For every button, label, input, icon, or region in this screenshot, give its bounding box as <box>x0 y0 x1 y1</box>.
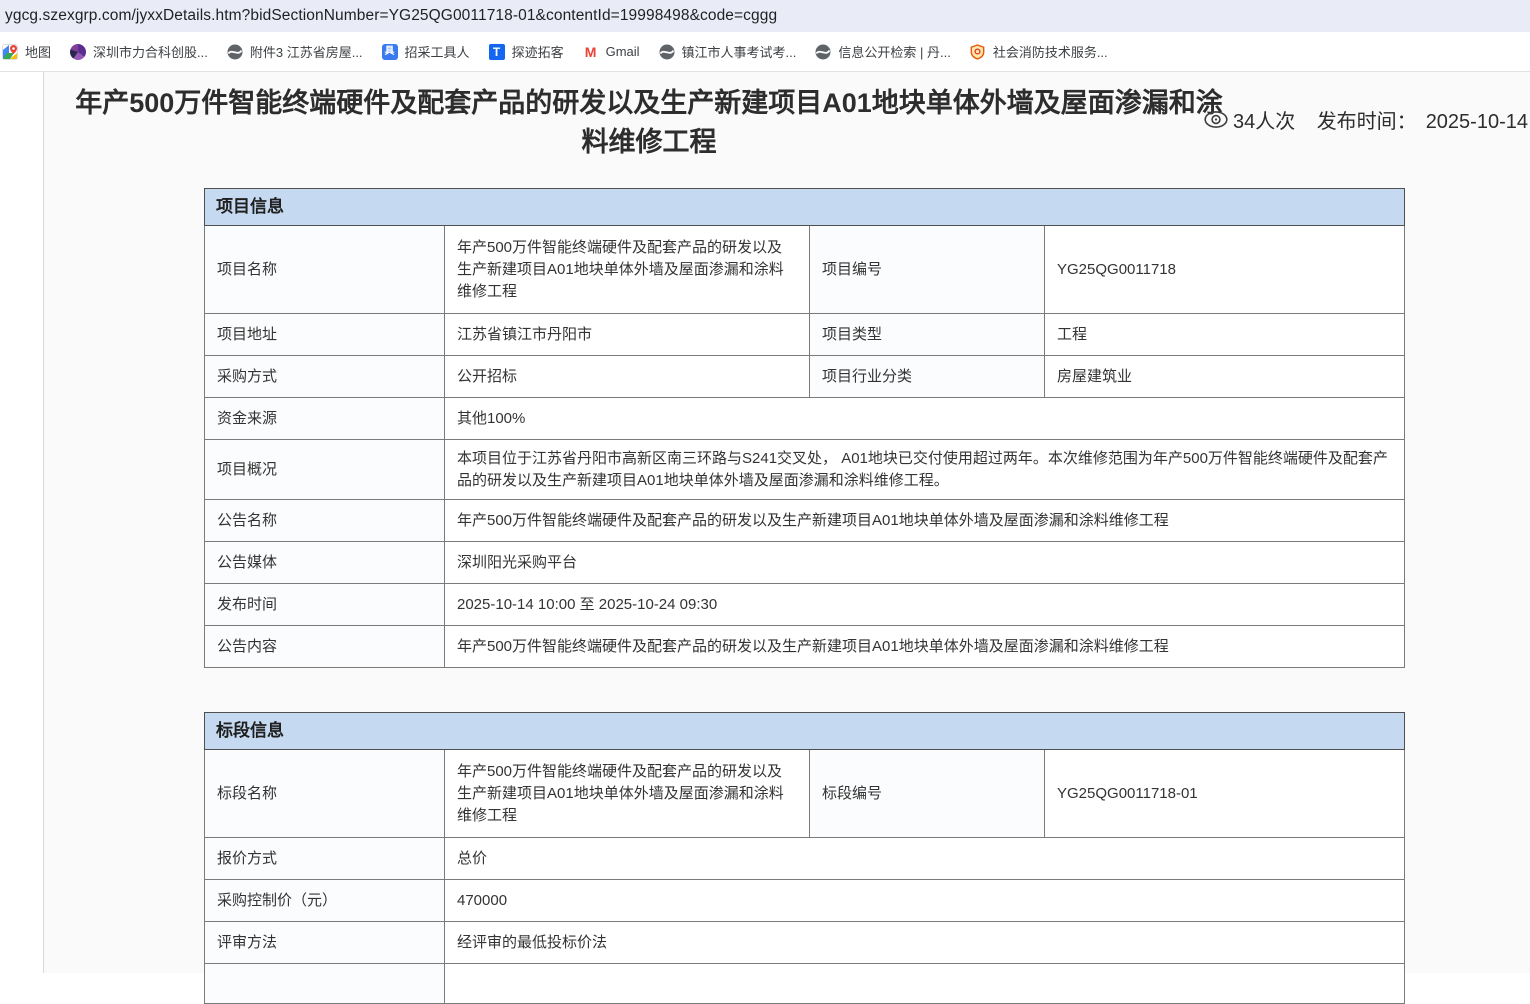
bookmark-label: 探迹拓客 <box>512 42 564 61</box>
bookmark-attachment3[interactable]: 附件3 江苏省房屋... <box>227 42 363 61</box>
cell-label: 标段名称 <box>205 750 445 838</box>
project-info-table: 项目信息 项目名称 年产500万件智能终端硬件及配套产品的研发以及生产新建项目A… <box>204 188 1405 668</box>
cell-label: 项目名称 <box>205 226 445 314</box>
cell-label: 评审方法 <box>205 922 445 964</box>
bookmark-label: Gmail <box>606 44 640 59</box>
bookmark-label: 招采工具人 <box>405 42 470 61</box>
bookmark-gmail[interactable]: M Gmail <box>583 44 640 60</box>
table-row: 公告内容 年产500万件智能终端硬件及配套产品的研发以及生产新建项目A01地块单… <box>205 626 1405 668</box>
view-count-text: 34人次 <box>1233 105 1295 134</box>
blue-t-icon: T <box>489 44 505 60</box>
bookmarks-bar: 地图 深圳市力合科创股... 附件3 江苏省房屋... 具 招采工具人 T 探迹… <box>0 32 1530 72</box>
bookmark-label: 深圳市力合科创股... <box>93 42 208 61</box>
cell-value: 年产500万件智能终端硬件及配套产品的研发以及生产新建项目A01地块单体外墙及屋… <box>445 226 810 314</box>
section-header: 项目信息 <box>205 189 1405 226</box>
page-url[interactable]: ygcg.szexgrp.com/jyxxDetails.htm?bidSect… <box>0 7 777 25</box>
cell-label: 采购方式 <box>205 356 445 398</box>
bookmark-fire-service[interactable]: 社会消防技术服务... <box>970 42 1108 61</box>
cell-label: 公告内容 <box>205 626 445 668</box>
view-count: 34人次 <box>1204 105 1295 134</box>
table-row: 发布时间 2025-10-14 10:00 至 2025-10-24 09:30 <box>205 584 1405 626</box>
table-row: 项目信息 <box>205 189 1405 226</box>
cell-label: 公告媒体 <box>205 542 445 584</box>
cell-value: 深圳阳光采购平台 <box>445 542 1405 584</box>
cell-value: 2025-10-14 10:00 至 2025-10-24 09:30 <box>445 584 1405 626</box>
page-title: 年产500万件智能终端硬件及配套产品的研发以及生产新建项目A01地块单体外墙及屋… <box>64 84 1234 162</box>
bookmark-zhenjiang-exam[interactable]: 镇江市人事考试考... <box>659 42 797 61</box>
bookmark-lihe-kechuang[interactable]: 深圳市力合科创股... <box>70 42 208 61</box>
table-row: 评审方法 经评审的最低投标价法 <box>205 922 1405 964</box>
cell-value: YG25QG0011718 <box>1045 226 1405 314</box>
publish-time-label: 发布时间： <box>1317 111 1417 133</box>
purple-circle-logo-icon <box>70 44 86 60</box>
table-row: 公告名称 年产500万件智能终端硬件及配套产品的研发以及生产新建项目A01地块单… <box>205 500 1405 542</box>
cell-label: 采购控制价（元） <box>205 880 445 922</box>
cell-value: 江苏省镇江市丹阳市 <box>445 314 810 356</box>
section-info-table: 标段信息 标段名称 年产500万件智能终端硬件及配套产品的研发以及生产新建项目A… <box>204 712 1405 1004</box>
cell-value <box>445 964 1405 1004</box>
table-row: 项目名称 年产500万件智能终端硬件及配套产品的研发以及生产新建项目A01地块单… <box>205 226 1405 314</box>
cell-label: 项目类型 <box>810 314 1045 356</box>
table-row: 项目概况 本项目位于江苏省丹阳市高新区南三环路与S241交叉处， A01地块已交… <box>205 440 1405 500</box>
gmail-icon: M <box>583 44 599 60</box>
cell-value: 总价 <box>445 838 1405 880</box>
cell-value: 公开招标 <box>445 356 810 398</box>
publish-date: 2025-10-14 <box>1426 111 1528 133</box>
bookmark-zhaocai-tool[interactable]: 具 招采工具人 <box>382 42 470 61</box>
table-row: 采购方式 公开招标 项目行业分类 房屋建筑业 <box>205 356 1405 398</box>
table-row: 项目地址 江苏省镇江市丹阳市 项目类型 工程 <box>205 314 1405 356</box>
bookmark-label: 附件3 江苏省房屋... <box>250 42 363 61</box>
table-row: 公告媒体 深圳阳光采购平台 <box>205 542 1405 584</box>
eye-icon <box>1204 111 1228 128</box>
cell-label: 项目地址 <box>205 314 445 356</box>
fire-shield-icon <box>970 44 986 60</box>
cell-value: 年产500万件智能终端硬件及配套产品的研发以及生产新建项目A01地块单体外墙及屋… <box>445 626 1405 668</box>
map-pin-icon <box>2 44 18 60</box>
cell-value: 其他100% <box>445 398 1405 440</box>
page-content: 年产500万件智能终端硬件及配套产品的研发以及生产新建项目A01地块单体外墙及屋… <box>43 72 1530 973</box>
cell-value: 房屋建筑业 <box>1045 356 1405 398</box>
cell-value: 年产500万件智能终端硬件及配套产品的研发以及生产新建项目A01地块单体外墙及屋… <box>445 750 810 838</box>
globe-icon <box>659 44 675 60</box>
cell-label <box>205 964 445 1004</box>
bookmark-info-search[interactable]: 信息公开检索 | 丹... <box>815 42 950 61</box>
section-header: 标段信息 <box>205 713 1405 750</box>
publish-time: 发布时间： 2025-10-14 <box>1317 105 1528 134</box>
cell-label: 项目行业分类 <box>810 356 1045 398</box>
cell-value: 470000 <box>445 880 1405 922</box>
table-row: 标段信息 <box>205 713 1405 750</box>
url-bar[interactable]: ygcg.szexgrp.com/jyxxDetails.htm?bidSect… <box>0 0 1530 32</box>
cell-value: 本项目位于江苏省丹阳市高新区南三环路与S241交叉处， A01地块已交付使用超过… <box>445 440 1405 500</box>
cell-label: 报价方式 <box>205 838 445 880</box>
cell-value: YG25QG0011718-01 <box>1045 750 1405 838</box>
cell-label: 公告名称 <box>205 500 445 542</box>
globe-icon <box>227 44 243 60</box>
cell-value: 经评审的最低投标价法 <box>445 922 1405 964</box>
table-row: 资金来源 其他100% <box>205 398 1405 440</box>
cell-label: 标段编号 <box>810 750 1045 838</box>
cell-value: 年产500万件智能终端硬件及配套产品的研发以及生产新建项目A01地块单体外墙及屋… <box>445 500 1405 542</box>
cell-label: 项目概况 <box>205 440 445 500</box>
bookmark-label: 镇江市人事考试考... <box>682 42 797 61</box>
table-row: 标段名称 年产500万件智能终端硬件及配套产品的研发以及生产新建项目A01地块单… <box>205 750 1405 838</box>
cell-label: 项目编号 <box>810 226 1045 314</box>
bookmark-label: 信息公开检索 | 丹... <box>838 42 950 61</box>
bookmark-label: 地图 <box>25 42 51 61</box>
bookmark-label: 社会消防技术服务... <box>993 42 1108 61</box>
cell-label: 资金来源 <box>205 398 445 440</box>
cell-label: 发布时间 <box>205 584 445 626</box>
table-row <box>205 964 1405 1004</box>
blue-tool-icon: 具 <box>382 44 398 60</box>
table-row: 报价方式 总价 <box>205 838 1405 880</box>
bookmark-map[interactable]: 地图 <box>2 42 51 61</box>
bookmark-tanji-tuoke[interactable]: T 探迹拓客 <box>489 42 564 61</box>
globe-icon <box>815 44 831 60</box>
table-row: 采购控制价（元） 470000 <box>205 880 1405 922</box>
cell-value: 工程 <box>1045 314 1405 356</box>
